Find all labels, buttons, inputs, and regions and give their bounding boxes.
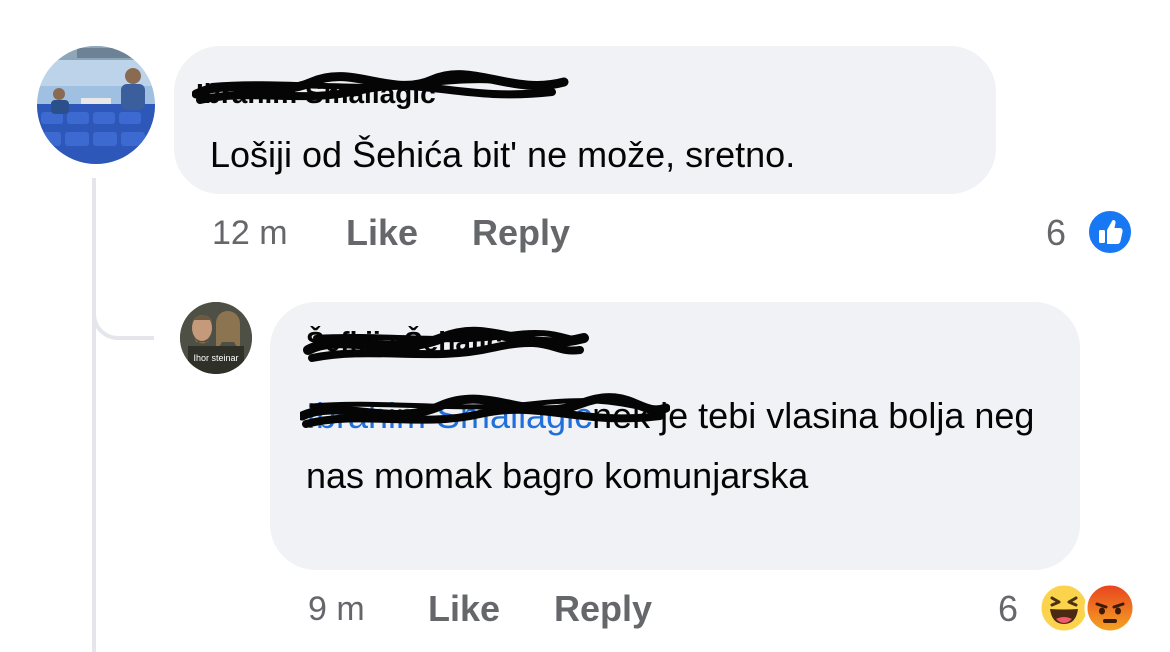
haha-reaction-icon[interactable] xyxy=(1038,582,1090,634)
reaction-count[interactable]: 6 xyxy=(1046,212,1066,254)
redaction-scribble xyxy=(192,70,569,104)
redaction-scribble xyxy=(303,326,589,362)
comment-text: Ibrahim Smailagić nek je tebi vlasina bo… xyxy=(300,386,1066,506)
reaction-count[interactable]: 6 xyxy=(998,588,1018,630)
avatar[interactable] xyxy=(37,46,155,164)
reply-connector-line xyxy=(92,250,154,340)
avatar-photo-stadium xyxy=(37,46,155,164)
redaction-scribble xyxy=(300,393,670,428)
avatar-caption: Ihor steinar xyxy=(193,353,238,363)
like-button[interactable]: Like xyxy=(346,212,418,254)
angry-reaction-icon[interactable] xyxy=(1084,582,1136,634)
like-reaction-icon[interactable] xyxy=(1086,208,1134,256)
comment-timestamp[interactable]: 12 m xyxy=(212,214,288,253)
avatar[interactable]: Ihor steinar xyxy=(180,302,252,374)
avatar-photo-vikings: Ihor steinar xyxy=(180,302,252,374)
reply-button[interactable]: Reply xyxy=(554,588,652,630)
reply-button[interactable]: Reply xyxy=(472,212,570,254)
comment-text: Lošiji od Šehića bit' ne može, sretno. xyxy=(210,134,796,175)
comment-timestamp[interactable]: 9 m xyxy=(308,590,365,629)
like-button[interactable]: Like xyxy=(428,588,500,630)
